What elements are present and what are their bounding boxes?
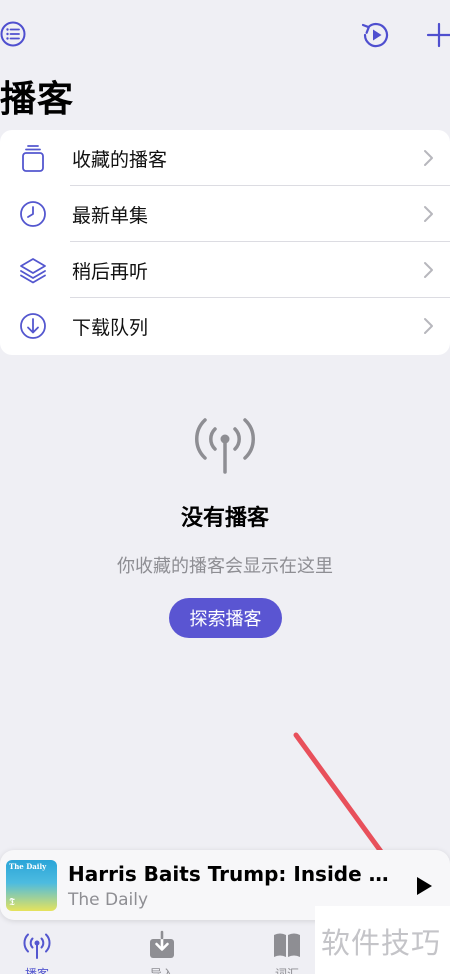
list-item-label: 最新单集 xyxy=(72,205,149,227)
list-item-label: 收藏的播客 xyxy=(72,149,168,171)
collection-icon xyxy=(22,145,44,172)
show-name: The Daily xyxy=(68,890,149,910)
broadcast-icon xyxy=(23,933,51,959)
download-circle-icon xyxy=(20,313,46,339)
tab-import[interactable]: 导入 xyxy=(132,926,192,974)
episode-title: Harris Baits Trump: Inside Their... xyxy=(68,862,398,886)
chevron-right-icon xyxy=(424,318,433,334)
tab-podcasts[interactable]: 播客 xyxy=(7,926,67,974)
empty-state-subtitle: 你收藏的播客会显示在这里 xyxy=(117,556,333,577)
list-item-collected-podcasts[interactable]: 收藏的播客 xyxy=(0,130,450,186)
book-icon xyxy=(274,933,300,957)
chevron-right-icon xyxy=(424,206,433,222)
empty-state-title: 没有播客 xyxy=(180,506,269,531)
play-icon[interactable] xyxy=(414,875,434,897)
add-button[interactable] xyxy=(424,20,450,50)
list-item-latest-episodes[interactable]: 最新单集 xyxy=(0,186,450,242)
tab-label: 导入 xyxy=(149,967,174,974)
library-list: 收藏的播客 最新单集 稍后再听 下载队列 xyxy=(0,130,450,355)
plus-icon xyxy=(426,22,450,48)
play-history-icon xyxy=(361,22,389,48)
watermark: 软件技巧 xyxy=(315,906,450,974)
list-item-label: 稍后再听 xyxy=(72,261,149,283)
podcast-artwork: The Daily 𝕿 xyxy=(6,860,57,911)
clock-icon xyxy=(20,201,46,227)
tab-label: 播客 xyxy=(24,967,49,974)
chevron-right-icon xyxy=(424,150,433,166)
watermark-text: 软件技巧 xyxy=(321,926,442,960)
chevron-right-icon xyxy=(424,262,433,278)
artwork-title: The Daily xyxy=(9,862,47,871)
list-item-label: 下载队列 xyxy=(72,317,149,339)
list-item-download-queue[interactable]: 下载队列 xyxy=(0,298,450,354)
play-history-button[interactable] xyxy=(359,18,393,52)
tab-vocabulary[interactable]: 词汇 xyxy=(257,926,317,974)
list-circle-icon xyxy=(0,21,26,47)
tab-label: 词汇 xyxy=(274,967,299,974)
layers-icon xyxy=(20,258,46,284)
explore-podcasts-button[interactable]: 探索播客 xyxy=(169,598,282,638)
menu-button[interactable] xyxy=(0,20,28,48)
artwork-logo: 𝕿 xyxy=(9,897,16,908)
broadcast-antenna-icon xyxy=(195,418,255,474)
list-item-listen-later[interactable]: 稍后再听 xyxy=(0,242,450,298)
import-tray-icon xyxy=(150,930,174,958)
page-title: 播客 xyxy=(0,79,75,120)
